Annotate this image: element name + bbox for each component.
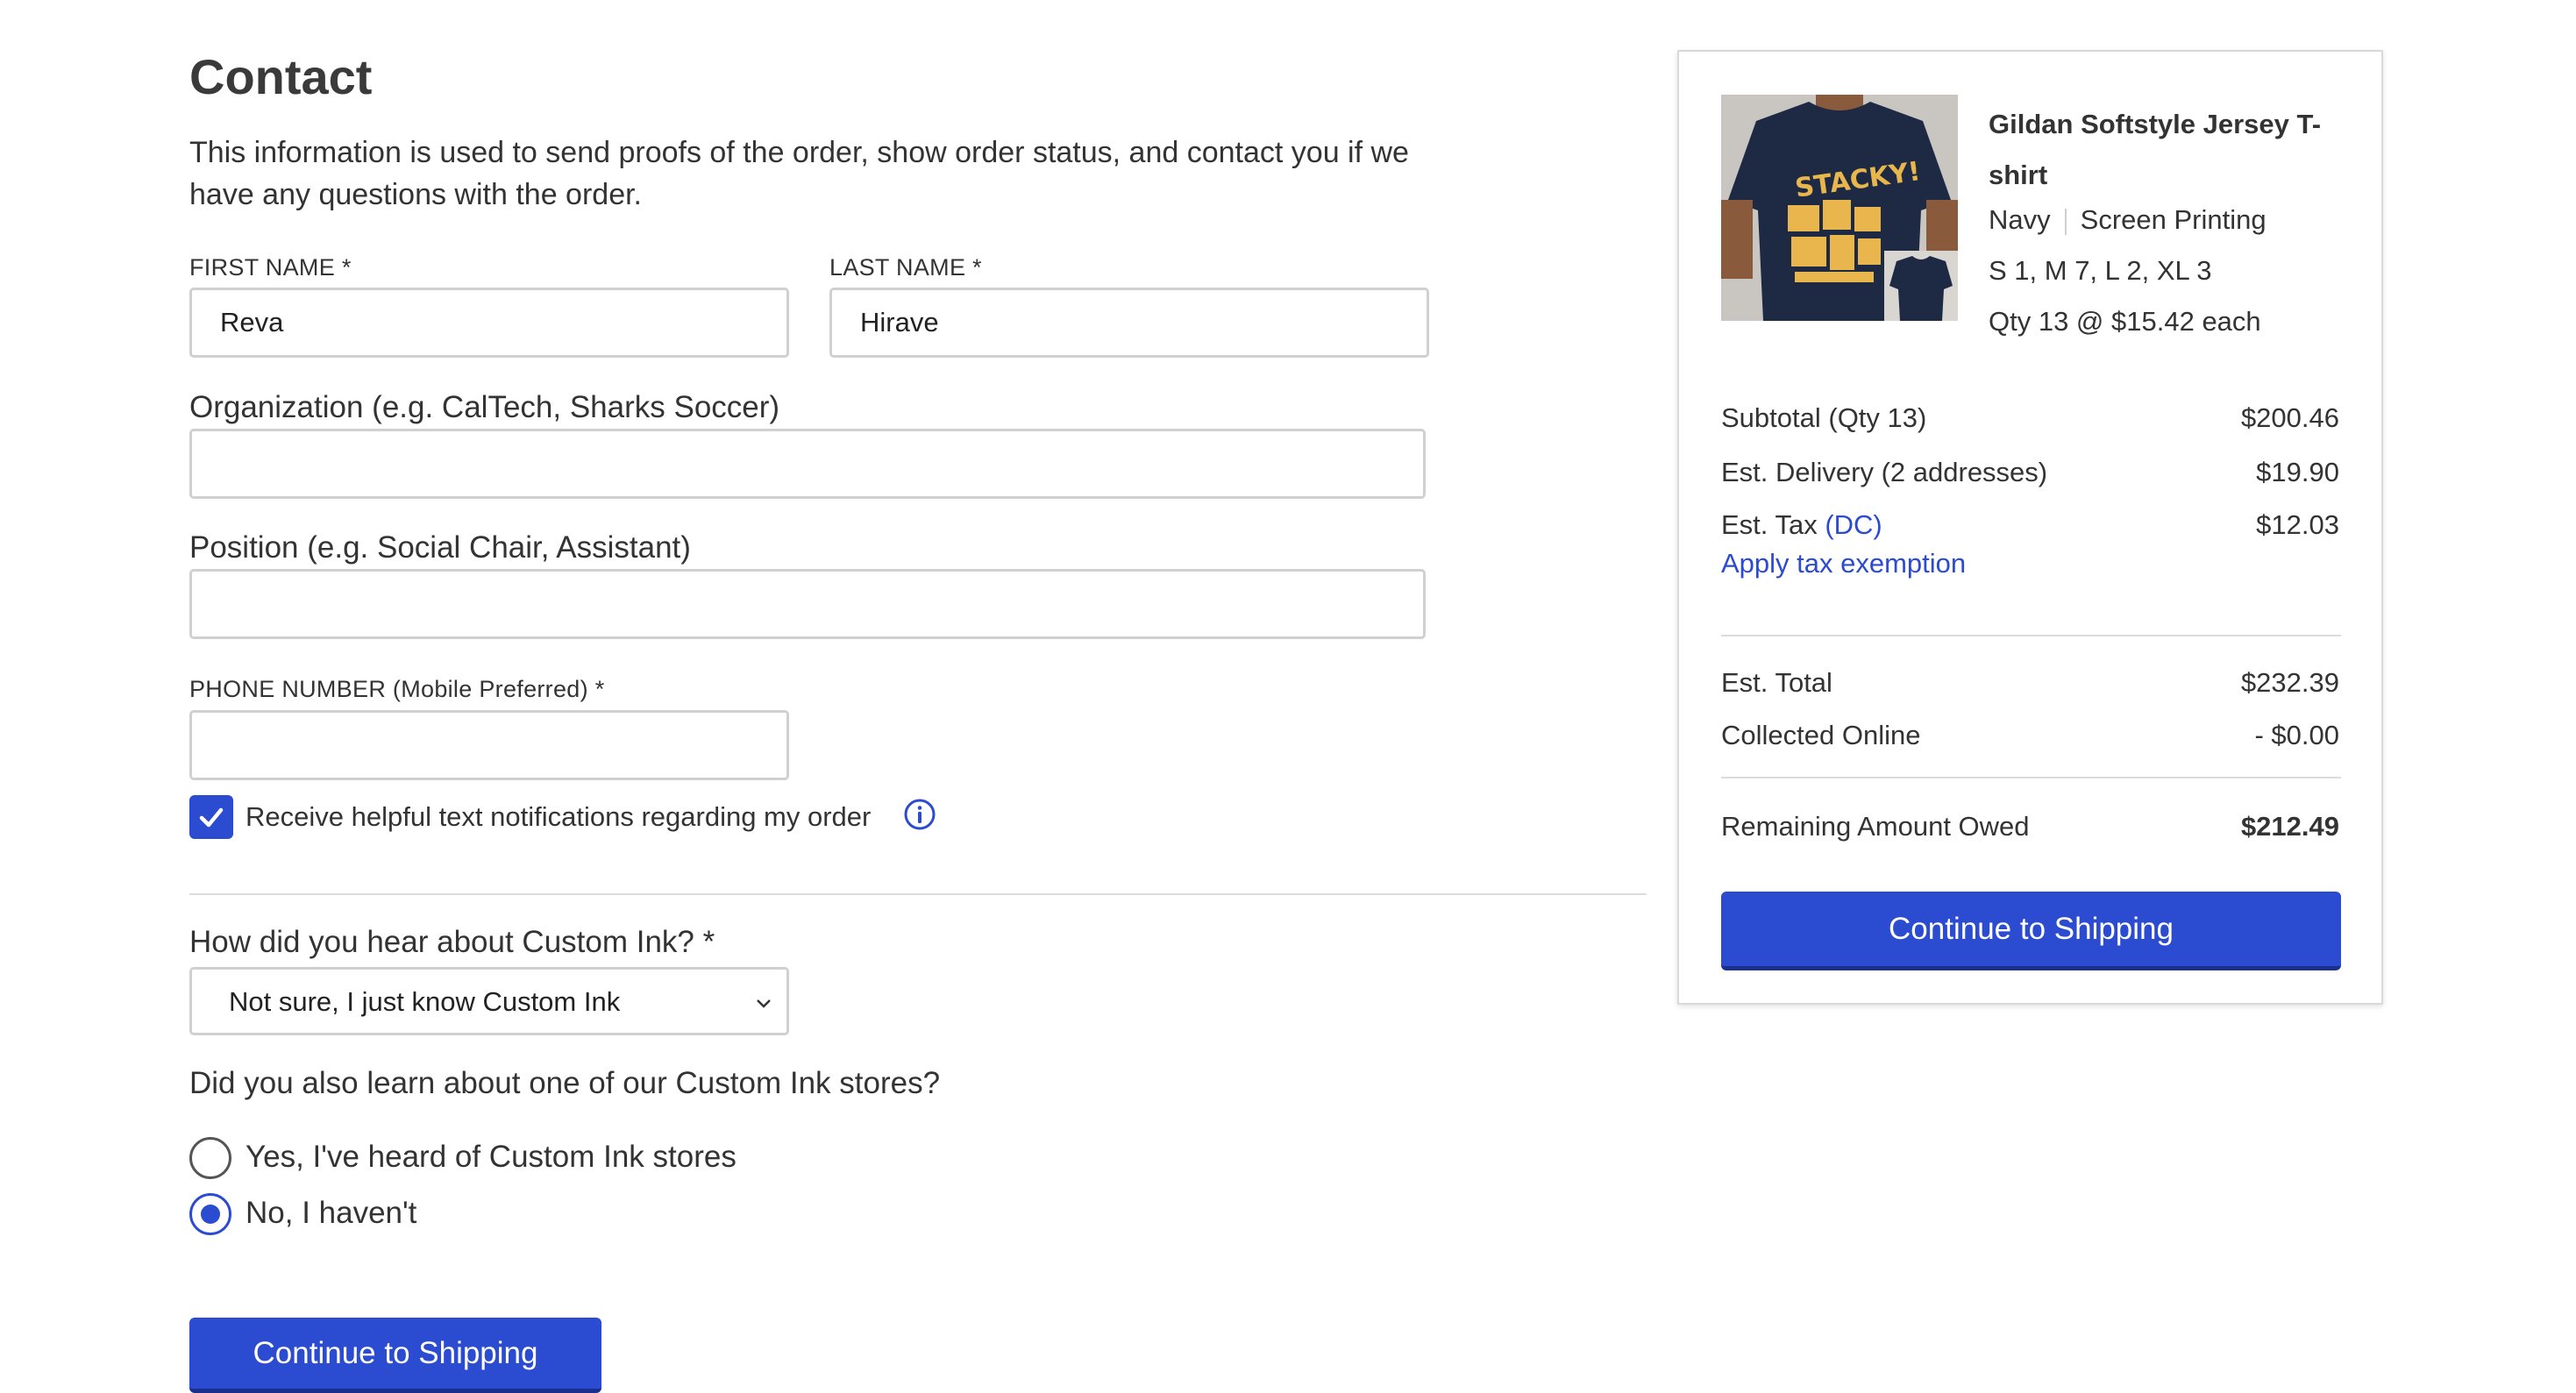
radio-selected-dot — [201, 1205, 220, 1224]
last-name-label: LAST NAME * — [829, 254, 982, 281]
stores-yes-radio[interactable] — [189, 1137, 231, 1179]
product-thumbnail: STACKY! — [1721, 95, 1958, 321]
last-name-field[interactable] — [829, 288, 1429, 358]
product-print-method: Screen Printing — [2080, 204, 2266, 235]
variant-separator — [2064, 208, 2067, 235]
page-title: Contact — [189, 49, 373, 104]
referral-select[interactable]: Not sure, I just know Custom Ink — [189, 967, 789, 1035]
first-name-field[interactable] — [189, 288, 789, 358]
total-label: Est. Total — [1721, 667, 1832, 698]
product-name: Gildan Softstyle Jersey T-shirt — [1989, 109, 2322, 190]
apply-tax-exemption-link[interactable]: Apply tax exemption — [1721, 546, 1966, 581]
stores-question: Did you also learn about one of our Cust… — [189, 1066, 941, 1100]
product-variant: Navy Screen Printing — [1989, 203, 2266, 238]
product-sizes: S 1, M 7, L 2, XL 3 — [1989, 255, 2212, 286]
first-name-label: FIRST NAME * — [189, 254, 352, 281]
remaining-label: Remaining Amount Owed — [1721, 811, 2030, 842]
position-label: Position (e.g. Social Chair, Assistant) — [189, 530, 691, 565]
referral-question: How did you hear about Custom Ink? * — [189, 925, 715, 959]
summary-divider-2 — [1721, 777, 2341, 778]
collected-value: - $0.00 — [2254, 720, 2339, 750]
referral-selected-value: Not sure, I just know Custom Ink — [229, 986, 621, 1017]
section-divider — [189, 893, 1647, 895]
total-value: $232.39 — [2240, 667, 2339, 698]
info-icon[interactable] — [903, 798, 936, 831]
sms-notifications-label: Receive helpful text notifications regar… — [246, 801, 872, 832]
delivery-label: Est. Delivery (2 addresses) — [1721, 457, 2048, 487]
check-icon — [199, 807, 224, 828]
stores-no-radio[interactable] — [189, 1193, 231, 1235]
continue-to-shipping-button[interactable]: Continue to Shipping — [189, 1318, 601, 1393]
product-qty: Qty 13 @ $15.42 each — [1989, 306, 2261, 337]
order-summary-card: STACKY! Gildan Softstyle Jersey T-shirt … — [1677, 50, 2383, 1005]
stores-yes-label: Yes, I've heard of Custom Ink stores — [246, 1140, 737, 1174]
tax-label-row: Est. Tax (DC) — [1721, 508, 1882, 543]
sms-notifications-checkbox[interactable] — [189, 795, 233, 839]
organization-label: Organization (e.g. CalTech, Sharks Socce… — [189, 390, 780, 424]
product-color: Navy — [1989, 204, 2051, 235]
tax-region-link[interactable]: (DC) — [1825, 509, 1882, 540]
tshirt-image: STACKY! — [1721, 95, 1958, 321]
summary-continue-to-shipping-button[interactable]: Continue to Shipping — [1721, 892, 2341, 970]
remaining-value: $212.49 — [2240, 811, 2339, 842]
collected-label: Collected Online — [1721, 720, 1921, 750]
position-field[interactable] — [189, 569, 1426, 639]
organization-field[interactable] — [189, 429, 1426, 499]
summary-divider-1 — [1721, 635, 2341, 636]
subtotal-label: Subtotal (Qty 13) — [1721, 402, 1927, 433]
contact-intro: This information is used to send proofs … — [189, 136, 1409, 211]
chevron-down-icon — [757, 999, 771, 1008]
tax-label: Est. Tax — [1721, 509, 1818, 540]
stores-no-label: No, I haven't — [246, 1196, 417, 1230]
phone-label: PHONE NUMBER (Mobile Preferred) * — [189, 676, 605, 702]
tax-value: $12.03 — [2256, 509, 2339, 540]
subtotal-value: $200.46 — [2240, 402, 2339, 433]
delivery-value: $19.90 — [2256, 457, 2339, 487]
phone-field[interactable] — [189, 710, 789, 780]
